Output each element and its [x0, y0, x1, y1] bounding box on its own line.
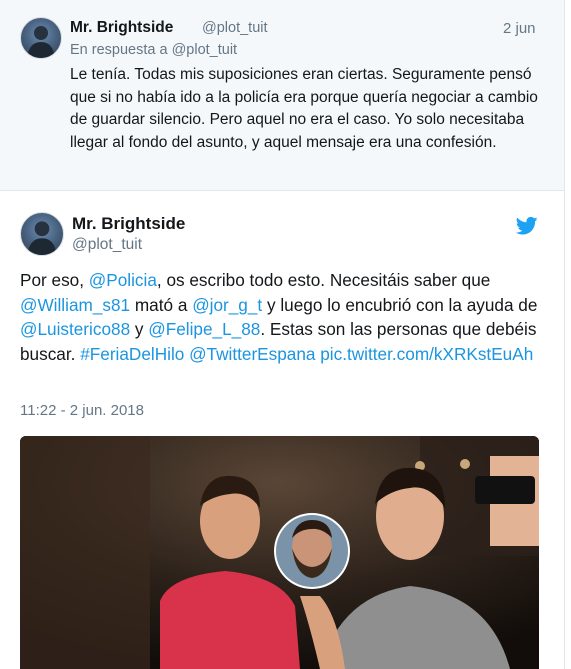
text-segment: y [130, 319, 149, 340]
mention-luisterico-link[interactable]: @Luisterico88 [20, 319, 130, 339]
text-segment: mató a [130, 294, 193, 315]
person-avatar-icon [27, 26, 55, 58]
main-author-handle[interactable]: @plot_tuit [72, 236, 142, 254]
twitter-bird-icon[interactable] [516, 216, 538, 236]
reply-date[interactable]: 2 jun [503, 20, 536, 37]
pic-twitter-link[interactable]: pic.twitter.com/kXRKstEuAh [320, 344, 533, 364]
reply-author-avatar[interactable] [20, 17, 62, 59]
reply-author-name[interactable]: Mr. Brightside [70, 19, 173, 37]
mention-jor-link[interactable]: @jor_g_t [192, 295, 262, 315]
reply-tweet-card[interactable]: Mr. Brightside @plot_tuit 2 jun En respu… [0, 0, 565, 190]
text-segment: , os escribo todo esto. Necesitáis saber… [156, 270, 491, 290]
selfie-photo-icon [20, 436, 539, 669]
text-segment: y luego lo encubrió con la ayuda de [262, 294, 538, 315]
tweet-photo[interactable] [20, 436, 539, 669]
reply-to-label[interactable]: En respuesta a @plot_tuit [70, 42, 237, 58]
main-author-avatar[interactable] [20, 212, 64, 256]
mention-felipe-link[interactable]: @Felipe_L_88 [148, 319, 260, 339]
person-avatar-icon [27, 221, 57, 255]
text-segment: Por eso, [20, 270, 89, 290]
reply-author-handle[interactable]: @plot_tuit [202, 20, 268, 36]
mention-policia-link[interactable]: @Policia [89, 270, 157, 290]
mention-william-link[interactable]: @William_s81 [20, 295, 130, 315]
main-tweet-text: Por eso, @Policia, os escribo todo esto.… [20, 268, 540, 367]
hashtag-feriadelhilo-link[interactable]: #FeriaDelHilo [80, 344, 184, 364]
mention-twitterespana-link[interactable]: @TwitterEspana [189, 344, 315, 364]
reply-tweet-text: Le tenía. Todas mis suposiciones eran ci… [70, 66, 538, 151]
tweet-timestamp[interactable]: 11:22 - 2 jun. 2018 [20, 402, 144, 419]
main-author-name[interactable]: Mr. Brightside [72, 214, 185, 234]
